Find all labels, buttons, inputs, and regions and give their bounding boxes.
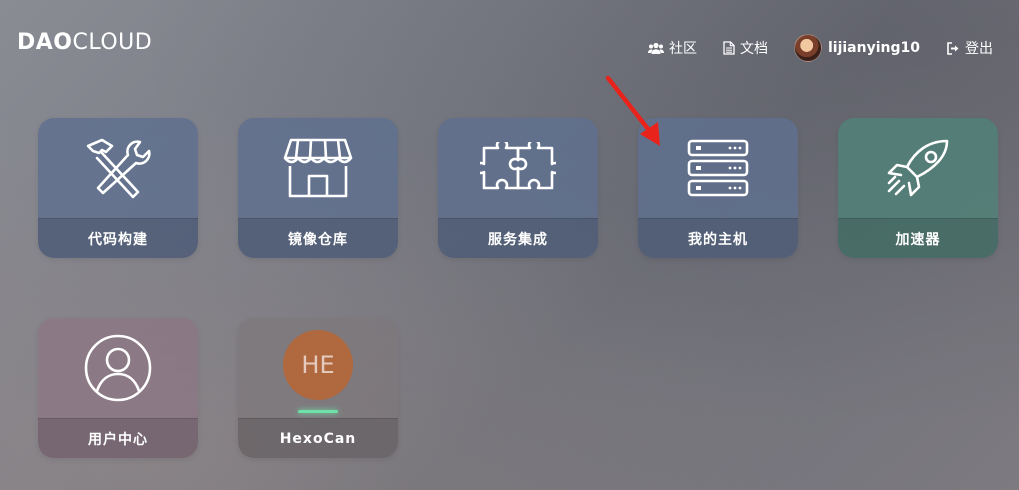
tile-label: 用户中心 bbox=[38, 418, 198, 458]
nav-logout-label: 登出 bbox=[965, 41, 993, 57]
nav-community[interactable]: 社区 bbox=[647, 38, 697, 58]
logo-bold: DAO bbox=[17, 30, 73, 55]
app-initials-icon: HE bbox=[238, 318, 398, 418]
tile-image-registry[interactable]: 镜像仓库 bbox=[238, 118, 398, 258]
puzzle-icon bbox=[438, 118, 598, 218]
tile-code-build[interactable]: 代码构建 bbox=[38, 118, 198, 258]
storefront-icon bbox=[238, 118, 398, 218]
top-nav: 社区 文档 lijianying10 登出 bbox=[622, 34, 993, 62]
nav-docs[interactable]: 文档 bbox=[723, 38, 768, 58]
users-icon bbox=[647, 42, 664, 55]
tile-label: 加速器 bbox=[838, 218, 998, 258]
tile-user-center[interactable]: 用户中心 bbox=[38, 318, 198, 458]
tile-label: 服务集成 bbox=[438, 218, 598, 258]
annotation-arrow-icon bbox=[605, 75, 660, 146]
nav-user[interactable]: lijianying10 bbox=[793, 34, 920, 62]
hammer-wrench-icon bbox=[38, 118, 198, 218]
tile-hexocan[interactable]: HE HexoCan bbox=[238, 318, 398, 458]
nav-logout[interactable]: 登出 bbox=[946, 38, 993, 58]
tile-label: 镜像仓库 bbox=[238, 218, 398, 258]
avatar bbox=[793, 34, 822, 62]
tile-label: 我的主机 bbox=[638, 218, 798, 258]
daocloud-logo[interactable]: DAO CLOUD bbox=[17, 30, 152, 55]
document-icon bbox=[723, 41, 735, 55]
tile-service-integration[interactable]: 服务集成 bbox=[438, 118, 598, 258]
tile-label: 代码构建 bbox=[38, 218, 198, 258]
sign-out-icon bbox=[946, 41, 960, 55]
nav-community-label: 社区 bbox=[668, 41, 697, 57]
app-initials: HE bbox=[283, 330, 353, 400]
user-circle-icon bbox=[38, 318, 198, 418]
running-status-indicator bbox=[298, 410, 338, 413]
rocket-icon bbox=[838, 118, 998, 218]
tile-label: HexoCan bbox=[238, 418, 398, 458]
logo-light: CLOUD bbox=[72, 30, 153, 55]
nav-docs-label: 文档 bbox=[739, 41, 768, 57]
tile-accelerator[interactable]: 加速器 bbox=[838, 118, 998, 258]
nav-user-label: lijianying10 bbox=[827, 40, 920, 56]
